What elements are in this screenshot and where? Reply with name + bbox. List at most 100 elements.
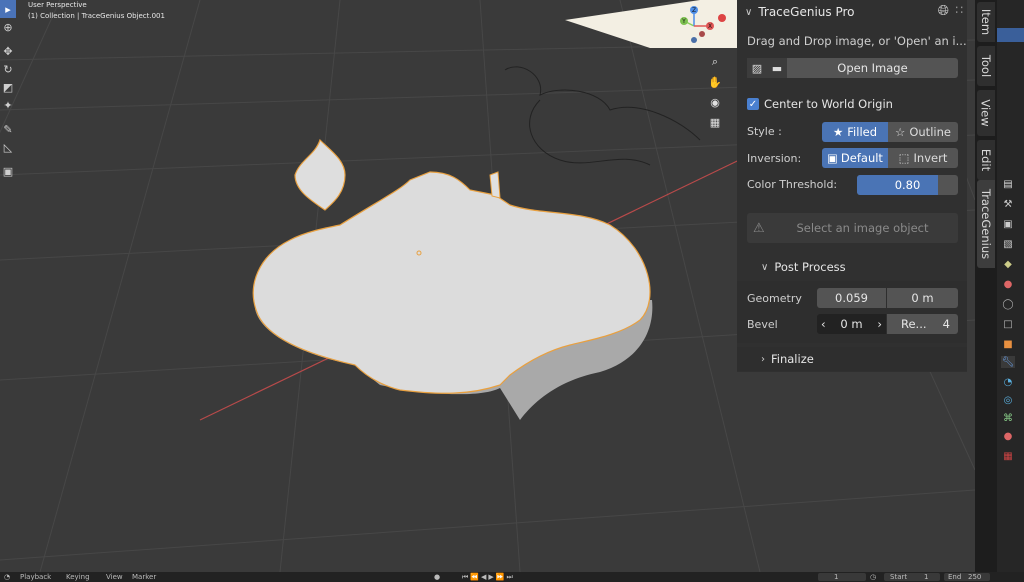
chevron-left-icon[interactable]: ‹ [821,317,826,331]
current-frame-field[interactable]: 1 [818,573,866,581]
move-icon: ✥ [3,44,13,58]
center-to-world-checkbox[interactable]: ✓ Center to World Origin [747,97,893,111]
gizmo-x-label: X [708,23,712,30]
panel-title: TraceGenius Pro [758,5,855,19]
inversion-toggle: ▣ Default ⬚ Invert [822,148,958,168]
view-menu[interactable]: View [106,573,123,581]
render-icon[interactable]: ▣ [1001,218,1015,230]
camera-icon[interactable]: ◉ [705,92,725,112]
folder-icon[interactable]: ▬ [767,58,787,78]
open-image-button[interactable]: Open Image [787,58,958,78]
inversion-invert-button[interactable]: ⬚ Invert [888,148,958,168]
post-process-header[interactable]: ∨ Post Process [737,255,967,279]
constraints-icon[interactable]: ⌘ [1001,412,1015,424]
style-outline-label: Outline [909,125,951,139]
style-filled-label: Filled [847,125,878,139]
end-frame-field[interactable]: End 250 [944,573,990,581]
select-box-tool[interactable]: ▸ [0,0,16,18]
tool-settings-icon[interactable]: ⚒ [1001,198,1015,210]
tab-tracegenius[interactable]: TraceGenius [977,180,995,268]
sidebar-tabs: Item Tool View Edit TraceGenius [975,0,997,572]
bevel-value: 0 m [840,317,863,331]
tab-view[interactable]: View [977,90,995,136]
particles-icon[interactable]: ◔ [1001,376,1015,388]
bevel-resolution-field[interactable]: Re... 4 [887,314,958,334]
tab-tool-label: Tool [979,54,993,78]
cube-icon: ▣ [2,164,14,178]
post-process-label: Post Process [774,260,846,274]
add-cube-tool[interactable]: ▣ [0,162,16,180]
geometry-field-2[interactable]: 0 m [887,288,958,308]
globe-icon[interactable]: 🌐︎ [938,3,949,19]
object-icon[interactable]: ■ [1001,338,1015,350]
scale-icon: ◩ [2,80,14,94]
world-icon[interactable]: ◯ [1001,298,1015,310]
keying-menu[interactable]: Keying [66,573,90,581]
image-icon[interactable]: ▨ [747,58,767,78]
playback-controls[interactable]: ⏮⏪◀▶⏩⏭ [462,573,515,582]
output-icon[interactable]: ▧ [1001,238,1015,250]
transform-tool[interactable]: ✦ [0,96,16,114]
panel-header[interactable]: ∨ TraceGenius Pro 🌐︎ ∷ [737,0,967,24]
finalize-header[interactable]: › Finalize [737,347,967,371]
star-filled-icon: ★ [832,125,844,139]
scene-icon[interactable]: ● [1001,278,1015,290]
playback-menu[interactable]: Playback [20,573,51,581]
measure-tool[interactable]: ◺ [0,138,16,156]
view-layer-icon[interactable]: ◆ [1001,258,1015,270]
rotate-tool[interactable]: ↻ [0,60,16,78]
clock-icon[interactable]: ◷ [870,573,876,581]
tab-edit-label: Edit [979,148,993,172]
center-to-world-label: Center to World Origin [764,97,893,111]
tab-edit[interactable]: Edit [977,140,995,180]
style-label: Style : [747,125,782,138]
drag-handle-icon[interactable]: ∷ [955,3,963,17]
checkmark-icon: ✓ [747,98,759,110]
chevron-right-icon[interactable]: › [877,317,882,331]
cursor-tool[interactable]: ⊕ [0,18,16,36]
chevron-down-icon: ∨ [761,261,769,273]
properties-menu-icon[interactable]: ▤ [1001,178,1015,190]
style-toggle: ★ Filled ☆ Outline [822,122,958,142]
star-outline-icon: ☆ [895,125,906,139]
material-icon[interactable]: ● [1001,430,1015,442]
tab-tracegenius-label: TraceGenius [979,188,994,260]
tracegenius-panel: ∨ TraceGenius Pro 🌐︎ ∷ Drag and Drop ima… [737,0,967,372]
collection-icon[interactable]: □ [1001,318,1015,330]
annotate-tool[interactable]: ✎ [0,120,16,138]
ruler-icon: ◺ [3,140,13,154]
end-label: End [948,573,962,581]
zoom-icon[interactable]: ⌕ [705,52,725,72]
move-tool[interactable]: ✥ [0,42,16,60]
color-threshold-slider[interactable]: 0.80 [857,175,958,195]
viewport-nav-icons: ⌕ ✋ ◉ ▦ [705,52,725,132]
invert-default-icon: ▣ [827,151,838,165]
grid-icon[interactable]: ▦ [705,112,725,132]
modifier-wrench-icon[interactable]: 🔧︎ [1001,356,1015,368]
timeline-icon[interactable]: ◔ [4,573,10,581]
bevel-field[interactable]: ‹ 0 m › [817,314,886,334]
chevron-down-icon: ∨ [745,6,753,18]
rotate-icon: ↻ [3,62,13,76]
texture-icon[interactable]: ▦ [1001,450,1015,462]
transform-icon: ✦ [3,98,13,112]
viewport-header: User Perspective (1) Collection | TraceG… [28,0,165,22]
properties-editor-strip: ▤ ⚒ ▣ ▧ ◆ ● ◯ □ ■ 🔧︎ ◔ ◎ ⌘ ● ▦ [997,0,1024,572]
marker-menu[interactable]: Marker [132,573,156,581]
tab-tool[interactable]: Tool [977,46,995,86]
tab-item[interactable]: Item [977,2,995,42]
scale-tool[interactable]: ◩ [0,78,16,96]
hand-icon[interactable]: ✋ [705,72,725,92]
physics-icon[interactable]: ◎ [1001,394,1015,406]
style-outline-button[interactable]: ☆ Outline [888,122,958,142]
record-icon[interactable]: ● [434,573,440,581]
finalize-label: Finalize [771,352,814,366]
gizmo-z-label: Z [692,7,696,14]
geometry-field-1[interactable]: 0.059 [817,288,886,308]
navigation-gizmo[interactable]: Y Z X [672,4,740,48]
bevel-count: 4 [942,317,950,331]
invert-icon: ⬚ [898,151,910,165]
style-filled-button[interactable]: ★ Filled [822,122,888,142]
start-frame-field[interactable]: Start 1 [884,573,940,581]
inversion-default-button[interactable]: ▣ Default [822,148,888,168]
